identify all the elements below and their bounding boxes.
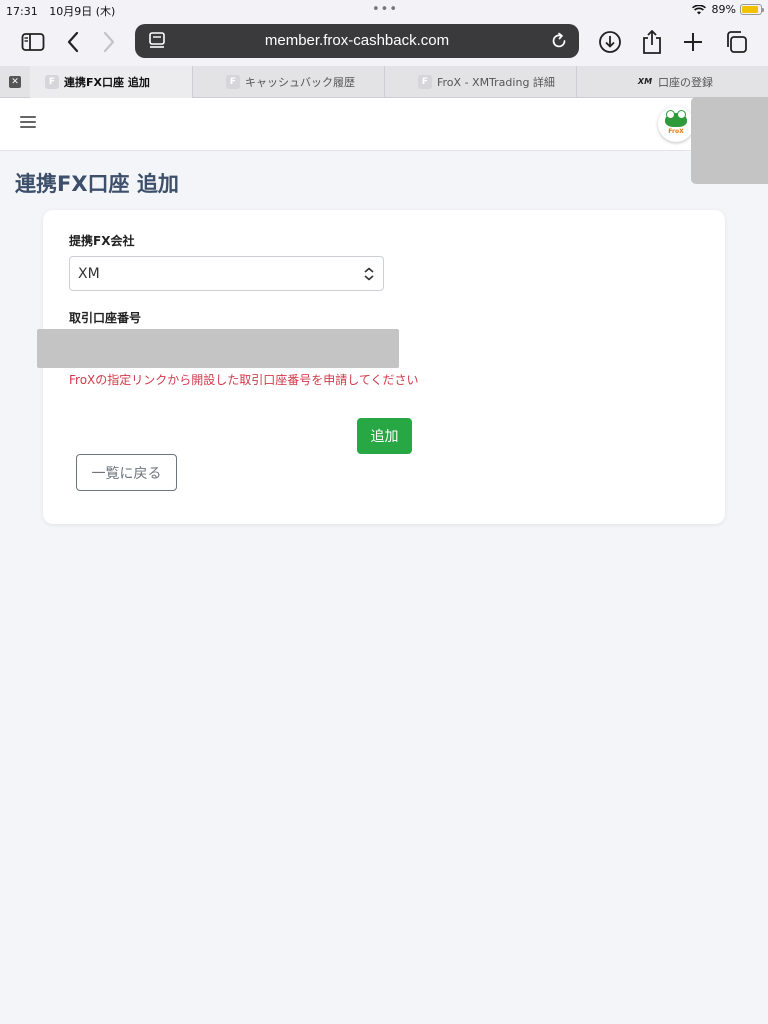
hamburger-menu-icon[interactable] xyxy=(20,116,36,130)
tab-label: 口座の登録 xyxy=(658,76,713,89)
back-icon[interactable] xyxy=(59,28,87,56)
account-number-input-redacted[interactable] xyxy=(37,329,399,368)
sidebar-icon[interactable] xyxy=(19,28,47,56)
status-left: 17:31 10月9日 (木) xyxy=(6,3,123,19)
battery-percent: 89% xyxy=(711,3,736,16)
tab-close-button[interactable]: ✕ xyxy=(0,66,30,98)
wifi-icon xyxy=(691,4,706,14)
add-button[interactable]: 追加 xyxy=(357,418,412,454)
new-tab-icon[interactable] xyxy=(679,28,707,56)
battery-fill xyxy=(742,6,759,13)
reload-icon[interactable] xyxy=(549,31,569,51)
close-icon[interactable]: ✕ xyxy=(9,76,21,88)
company-select-value: XM xyxy=(78,266,100,282)
tab-3[interactable]: F FroX - XMTrading 詳細 xyxy=(384,66,576,98)
tab-label: 連携FX口座 追加 xyxy=(64,76,150,89)
address-bar[interactable]: member.frox-cashback.com xyxy=(135,24,579,58)
logo-wordmark: FroX xyxy=(668,128,684,135)
favicon-icon: F xyxy=(418,75,432,89)
back-to-list-button[interactable]: 一覧に戻る xyxy=(76,454,177,491)
status-date: 10月9日 (木) xyxy=(49,5,116,18)
favicon-icon: F xyxy=(45,75,59,89)
chevron-up-down-icon xyxy=(364,267,374,281)
url-text[interactable]: member.frox-cashback.com xyxy=(135,32,579,49)
form-card: 提携FX会社 XM 取引口座番号 FroXの指定リンクから開設した取引口座番号を… xyxy=(37,210,725,524)
xm-favicon-icon: XM xyxy=(637,77,653,86)
account-number-label: 取引口座番号 xyxy=(69,311,142,325)
frox-logo[interactable]: FroX xyxy=(658,106,694,142)
tab-1[interactable]: F 連携FX口座 追加 xyxy=(30,66,192,98)
error-message: FroXの指定リンクから開設した取引口座番号を申請してください xyxy=(69,373,419,387)
tabs-overview-icon[interactable] xyxy=(722,28,750,56)
frog-icon xyxy=(665,110,687,127)
browser-toolbar: member.frox-cashback.com xyxy=(0,20,768,66)
status-bar: 17:31 10月9日 (木) ••• 89% xyxy=(0,0,768,20)
status-right: 89% xyxy=(691,3,764,16)
page-title: 連携FX口座 追加 xyxy=(15,172,179,196)
tab-label: FroX - XMTrading 詳細 xyxy=(437,76,555,89)
tab-strip: ✕ F 連携FX口座 追加 F キャッシュバック履歴 F FroX - XMTr… xyxy=(0,66,768,98)
redacted-area xyxy=(691,97,768,184)
company-label: 提携FX会社 xyxy=(69,234,135,248)
status-time: 17:31 xyxy=(6,5,38,18)
battery-icon xyxy=(740,4,764,15)
site-header: FroX xyxy=(0,98,768,151)
share-icon[interactable] xyxy=(638,28,666,56)
download-icon[interactable] xyxy=(596,28,624,56)
company-select[interactable]: XM xyxy=(69,256,384,291)
tab-2[interactable]: F キャッシュバック履歴 xyxy=(192,66,384,98)
favicon-icon: F xyxy=(226,75,240,89)
tab-label: キャッシュバック履歴 xyxy=(245,76,355,89)
multitasking-dots-icon[interactable]: ••• xyxy=(372,2,398,17)
forward-icon[interactable] xyxy=(95,28,123,56)
tab-4[interactable]: XM 口座の登録 xyxy=(576,66,768,98)
